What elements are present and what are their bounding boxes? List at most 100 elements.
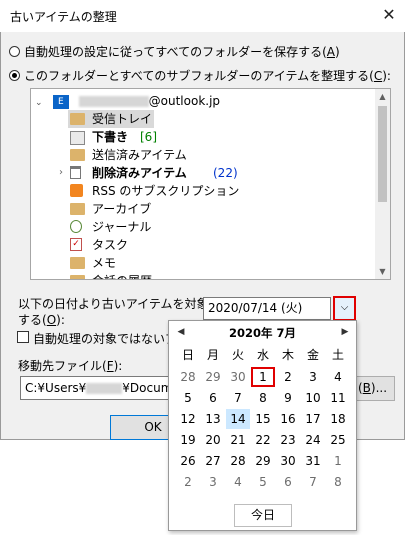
- calendar-day-cell[interactable]: 4: [226, 472, 250, 492]
- today-button[interactable]: 今日: [234, 504, 292, 527]
- calendar-day-cell[interactable]: 20: [201, 430, 225, 450]
- calendar-day-cell[interactable]: 23: [276, 430, 300, 450]
- weekday-label: 金: [306, 348, 319, 362]
- calendar-day-cell[interactable]: 22: [251, 430, 275, 450]
- folder-label: 送信済みアイテム: [92, 148, 187, 162]
- folder-label: 受信トレイ: [92, 112, 153, 126]
- calendar-grid: 28 29 30 1 2 3 4 5 6 7 8 9 10 11 12 13 14 15 16 17 18 19 20 21 2…: [176, 367, 351, 493]
- option-archive-all-label[interactable]: 自動処理の設定に従ってすべてのフォルダーを保存する(A): [24, 43, 340, 60]
- collapse-chevron-icon[interactable]: ⌄: [35, 94, 49, 112]
- calendar-day-cell[interactable]: 5: [251, 472, 275, 492]
- calendar-day-cell[interactable]: 11: [326, 388, 350, 408]
- folder-label: タスク: [92, 238, 129, 252]
- tree-item-inbox[interactable]: 受信トレイ: [68, 110, 154, 128]
- weekday-label: 月: [206, 348, 219, 362]
- close-icon[interactable]: ✕: [379, 5, 399, 25]
- weekday-label: 火: [231, 348, 244, 362]
- sent-folder-icon: [70, 149, 85, 161]
- calendar-day-cell[interactable]: 26: [176, 451, 200, 471]
- calendar-day-cell[interactable]: 27: [201, 451, 225, 471]
- older-than-label-line2: する(O):: [18, 313, 65, 327]
- older-than-label-line1: 以下の日付より古いアイテムを対象と: [18, 297, 221, 311]
- calendar-day-cell[interactable]: 28: [226, 451, 250, 471]
- calendar-day-cell[interactable]: 9: [276, 388, 300, 408]
- calendar-day-cell[interactable]: 6: [201, 388, 225, 408]
- calendar-day-cell[interactable]: 3: [201, 472, 225, 492]
- exclude-label[interactable]: 自動処理の対象ではないアイ: [33, 330, 168, 347]
- calendar-day-cell[interactable]: 18: [326, 409, 350, 429]
- date-dropdown-button[interactable]: ⌵: [333, 296, 356, 321]
- calendar-popup[interactable]: ◀ 2020年 7月 ▶ 日月火水木金土 28 29 30 1 2 3 4 5 6 7 8 9 10 11…: [168, 320, 357, 531]
- calendar-day-cell[interactable]: 16: [276, 409, 300, 429]
- exclude-checkbox[interactable]: [17, 331, 29, 343]
- folder-label: ジャーナル: [92, 220, 152, 234]
- tree-item-deleted[interactable]: › 削除済みアイテム (22): [55, 164, 255, 182]
- calendar-day-cell[interactable]: 13: [201, 409, 225, 429]
- calendar-day-cell[interactable]: 15: [251, 409, 275, 429]
- calendar-day-cell[interactable]: 29: [251, 451, 275, 471]
- folder-label: RSS のサブスクリプション: [92, 184, 240, 198]
- option-archive-this-folder-label[interactable]: このフォルダーとすべてのサブフォルダーのアイテムを整理する(C):: [24, 67, 391, 84]
- calendar-day-cell[interactable]: 7: [226, 388, 250, 408]
- folder-label: 下書き: [92, 130, 129, 144]
- folder-tree[interactable]: ⌄ E @outlook.jp 受信トレイ 下書き [6] 送信済みアイテム ›…: [30, 88, 391, 280]
- folder-label: 削除済みアイテム: [92, 166, 187, 180]
- calendar-day-cell[interactable]: 3: [301, 367, 325, 387]
- scroll-up-icon[interactable]: ▲: [375, 89, 390, 104]
- calendar-day-cell[interactable]: 29: [201, 367, 225, 387]
- calendar-day-cell[interactable]: 1: [251, 367, 275, 387]
- calendar-day-cell[interactable]: 24: [301, 430, 325, 450]
- calendar-day-cell[interactable]: 6: [276, 472, 300, 492]
- folder-count: (22): [213, 166, 238, 180]
- calendar-day-cell[interactable]: 17: [301, 409, 325, 429]
- task-check-icon: ✓: [70, 238, 82, 251]
- rss-icon: [70, 184, 83, 197]
- folder-label: アーカイブ: [92, 202, 152, 216]
- exchange-account-icon: E: [52, 94, 69, 109]
- calendar-day-cell[interactable]: 8: [251, 388, 275, 408]
- expand-chevron-icon[interactable]: ›: [59, 164, 63, 182]
- calendar-day-cell[interactable]: 25: [326, 430, 350, 450]
- journal-icon: [70, 220, 82, 233]
- date-picker-input[interactable]: 2020/07/14 (火): [203, 297, 331, 320]
- folder-icon: [70, 275, 85, 279]
- scroll-thumb[interactable]: [378, 106, 387, 202]
- weekday-label: 木: [281, 348, 294, 362]
- folder-icon: [70, 203, 85, 215]
- folder-count: [6]: [140, 130, 157, 144]
- calendar-day-cell[interactable]: 21: [226, 430, 250, 450]
- calendar-day-cell[interactable]: 14: [226, 409, 250, 429]
- inbox-folder-icon: [70, 113, 85, 125]
- calendar-day-cell[interactable]: 2: [276, 367, 300, 387]
- weekday-label: 土: [331, 348, 344, 362]
- redacted-account-name: [78, 96, 149, 107]
- radio-archive-this-folder[interactable]: [9, 70, 20, 81]
- calendar-day-cell[interactable]: 10: [301, 388, 325, 408]
- calendar-day-cell[interactable]: 7: [301, 472, 325, 492]
- move-to-file-label: 移動先ファイル(F):: [18, 359, 123, 373]
- weekday-label: 水: [256, 348, 269, 362]
- calendar-day-cell[interactable]: 28: [176, 367, 200, 387]
- calendar-day-cell[interactable]: 4: [326, 367, 350, 387]
- calendar-day-cell[interactable]: 1: [326, 451, 350, 471]
- next-month-icon[interactable]: ▶: [339, 327, 351, 337]
- trash-icon: [70, 166, 81, 179]
- weekday-row: 日月火水木金土: [176, 345, 351, 365]
- archive-path-input[interactable]: C:¥Users¥ ¥Docume: [20, 376, 178, 400]
- calendar-day-cell[interactable]: 30: [226, 367, 250, 387]
- folder-label: メモ: [92, 256, 117, 270]
- chevron-down-icon: ⌵: [340, 302, 349, 313]
- calendar-day-cell[interactable]: 5: [176, 388, 200, 408]
- calendar-day-cell[interactable]: 30: [276, 451, 300, 471]
- calendar-day-cell[interactable]: 2: [176, 472, 200, 492]
- calendar-day-cell[interactable]: 12: [176, 409, 200, 429]
- calendar-month-header[interactable]: 2020年 7月: [169, 325, 356, 341]
- calendar-day-cell[interactable]: 19: [176, 430, 200, 450]
- calendar-day-cell[interactable]: 31: [301, 451, 325, 471]
- drafts-folder-icon: [70, 131, 85, 145]
- tree-account-row[interactable]: ⌄ E @outlook.jp: [35, 92, 220, 110]
- scroll-down-icon[interactable]: ▼: [375, 264, 390, 279]
- radio-archive-all[interactable]: [9, 46, 20, 57]
- dialog-title: 古いアイテムの整理: [10, 10, 117, 24]
- calendar-day-cell[interactable]: 8: [326, 472, 350, 492]
